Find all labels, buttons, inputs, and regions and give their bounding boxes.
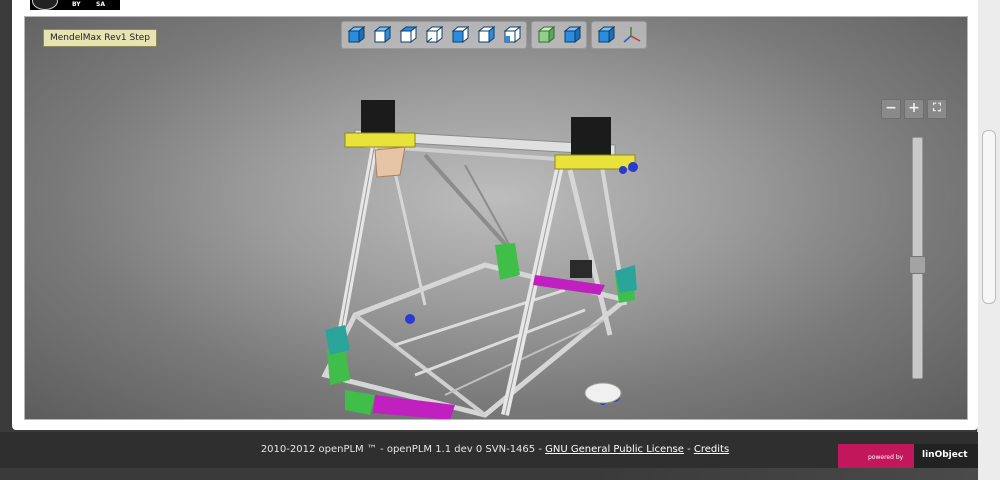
left-frame [0, 0, 12, 432]
view-left-button[interactable] [448, 24, 472, 46]
cube-left-icon [451, 25, 470, 44]
cc-icon [32, 0, 58, 10]
zoom-in-button[interactable]: + [904, 99, 924, 119]
cube-iso-icon [503, 25, 522, 44]
cube-bottom-icon [425, 25, 444, 44]
3d-model-render[interactable] [315, 75, 675, 420]
footer-copyright: 2010-2012 openPLM ™ - openPLM 1.1 dev 0 … [260, 444, 546, 455]
zoom-out-button[interactable]: − [881, 99, 901, 119]
view-bottom-button[interactable] [422, 24, 446, 46]
view-rear-button[interactable] [370, 24, 394, 46]
render-shaded-button[interactable] [534, 24, 558, 46]
license-sa: SA [96, 1, 105, 8]
powered-by-text: powered by [868, 454, 904, 461]
3d-viewer[interactable]: MendelMax Rev1 Step − + ⛶ [24, 16, 968, 420]
cc-license-badge[interactable]: BY SA [30, 0, 120, 10]
view-axis-button[interactable] [594, 24, 618, 46]
view-right-button[interactable] [474, 24, 498, 46]
cube-rear-icon [373, 25, 392, 44]
zoom-controls: − + ⛶ [881, 99, 947, 119]
view-top-button[interactable] [396, 24, 420, 46]
model-title: MendelMax Rev1 Step [43, 29, 158, 47]
footer: 2010-2012 openPLM ™ - openPLM 1.1 dev 0 … [0, 432, 978, 480]
license-by: BY [72, 1, 81, 8]
view-axis-icon [597, 25, 616, 44]
view-front-button[interactable] [344, 24, 368, 46]
cube-shaded-icon [537, 25, 556, 44]
powered-by-badge[interactable]: powered by [838, 444, 914, 468]
scrollbar-thumb[interactable] [982, 130, 996, 304]
view-toolbar [341, 21, 647, 49]
axis-triad-button[interactable] [620, 24, 644, 46]
footer-separator: - [683, 444, 694, 455]
view-buttons-group [341, 21, 527, 49]
render-wire-button[interactable] [560, 24, 584, 46]
content-panel: BY SA MendelMax Rev1 Step − + ⛶ [12, 0, 978, 430]
cube-right-icon [477, 25, 496, 44]
cube-top-icon [399, 25, 418, 44]
zoom-slider-handle[interactable] [909, 256, 926, 274]
cube-wire-icon [563, 25, 582, 44]
cube-front-icon [347, 25, 366, 44]
linobject-logo[interactable]: linObject [914, 444, 978, 468]
gpl-license-link[interactable]: GNU General Public License [545, 444, 684, 455]
render-buttons-group [531, 21, 587, 49]
brand-name: linObject [922, 450, 968, 460]
page-scrollbar[interactable] [977, 0, 1000, 480]
axis-triad-icon [623, 27, 641, 43]
credits-link[interactable]: Credits [694, 444, 729, 455]
extra-buttons-group [591, 21, 647, 49]
view-iso-button[interactable] [500, 24, 524, 46]
fit-view-button[interactable]: ⛶ [927, 99, 947, 119]
